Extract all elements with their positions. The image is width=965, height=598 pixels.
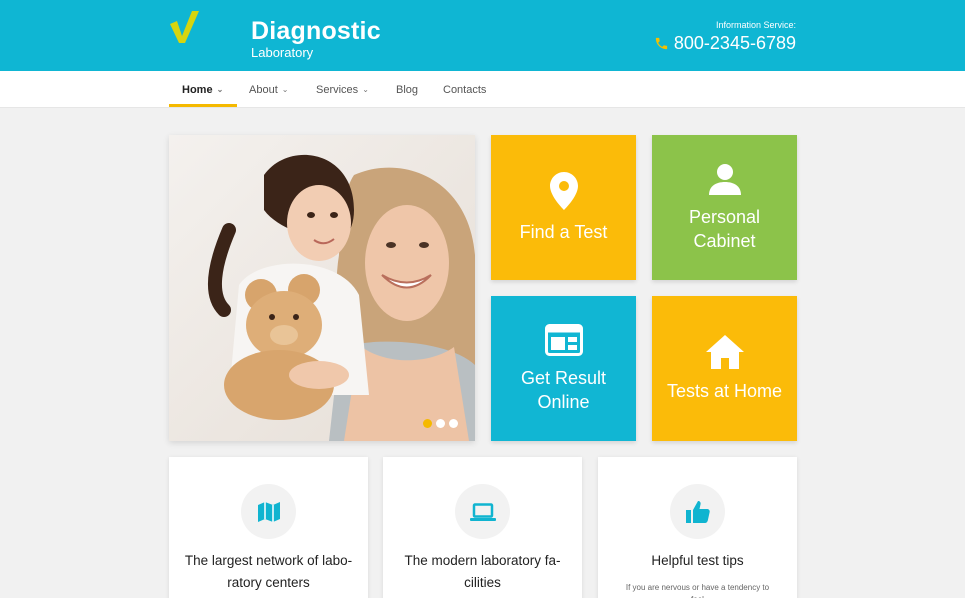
tile-find-a-test[interactable]: Find a Test <box>491 135 636 280</box>
tile-get-result-online[interactable]: Get Result Online <box>491 296 636 441</box>
slider-dots <box>423 419 458 428</box>
tile-label: Personal Cabinet <box>688 206 761 251</box>
map-pin-icon <box>549 171 578 210</box>
nav-item-about[interactable]: About ⌄ <box>249 71 288 108</box>
brand-subtitle: Laboratory <box>251 45 314 60</box>
tile-personal-cabinet[interactable]: Personal Cabinet <box>652 135 797 280</box>
nav-item-home[interactable]: Home ⌄ <box>182 71 223 108</box>
nav-item-label: About <box>249 83 278 96</box>
mother-daughter-photo <box>169 135 475 441</box>
brand-title[interactable]: Diagnostic <box>251 17 381 46</box>
phone-number[interactable]: 800-2345-6789 <box>654 33 796 54</box>
hero-slider-image[interactable] <box>169 135 475 441</box>
map-icon <box>241 484 296 539</box>
slider-dot[interactable] <box>436 419 445 428</box>
logo-checkmark-icon[interactable] <box>168 10 200 44</box>
nav-item-label: Contacts <box>443 83 487 96</box>
feature-title: Helpful test tips <box>651 553 744 568</box>
chevron-down-icon: ⌄ <box>362 85 369 94</box>
nav-active-indicator <box>169 104 237 107</box>
browser-window-icon <box>544 323 583 356</box>
phone-icon <box>655 37 668 50</box>
main-nav: Home ⌄ About ⌄ Services ⌄ Blog Contacts <box>0 71 965 108</box>
slider-dot[interactable] <box>449 419 458 428</box>
nav-item-services[interactable]: Services ⌄ <box>316 71 369 108</box>
nav-item-label: Services <box>316 83 359 96</box>
home-icon <box>705 334 744 369</box>
tile-label: Tests at Home <box>666 380 783 401</box>
site-header: Diagnostic Laboratory Information Servic… <box>0 0 965 71</box>
tile-label: Get Result Online <box>520 367 607 412</box>
feature-card-tips: Helpful test tips If you are nervous or … <box>598 457 797 598</box>
phone-number-text: 800-2345-6789 <box>673 33 796 53</box>
laptop-icon <box>455 484 510 539</box>
feature-card-network: The largest network of labo-ratory cente… <box>169 457 368 598</box>
tile-tests-at-home[interactable]: Tests at Home <box>652 296 797 441</box>
slider-dot-active[interactable] <box>423 419 432 428</box>
info-service-label: Information Service: <box>715 20 796 30</box>
user-icon <box>708 163 741 195</box>
nav-item-contacts[interactable]: Contacts <box>443 71 486 108</box>
tile-label: Find a Test <box>519 221 608 242</box>
nav-item-blog[interactable]: Blog <box>396 71 418 108</box>
chevron-down-icon: ⌄ <box>216 85 224 94</box>
feature-card-facilities: The modern laboratory fa-cilities <box>383 457 582 598</box>
feature-title: The largest network of labo-ratory cente… <box>184 553 353 590</box>
thumbs-up-icon <box>670 484 725 539</box>
nav-item-label: Blog <box>396 83 419 96</box>
chevron-down-icon: ⌄ <box>281 85 289 94</box>
feature-text: If you are nervous or have a tendency to… <box>625 583 770 598</box>
feature-title: The modern laboratory fa-cilities <box>404 553 561 590</box>
nav-item-label: Home <box>182 83 213 96</box>
